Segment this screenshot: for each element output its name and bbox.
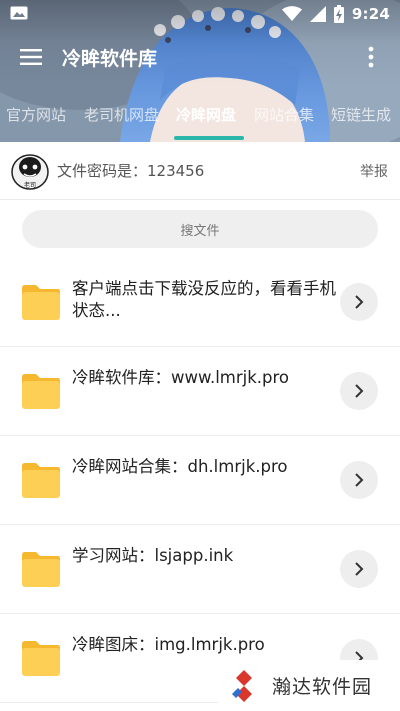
folder-icon [22, 374, 60, 409]
file-item-text: 客户端点击下载没反应的，看看手机状态... [72, 279, 336, 320]
search-file-button[interactable]: 搜文件 [22, 210, 378, 248]
wifi-icon [281, 6, 302, 21]
tab-site-collection[interactable]: 网站合集 [254, 104, 314, 125]
status-right: 9:24 [281, 4, 390, 24]
signal-icon [309, 6, 326, 22]
folder-icon [22, 641, 60, 676]
open-file-button[interactable] [340, 461, 378, 499]
tab-bar: 官方网站 老司机网盘 冷眸网盘 网站合集 短链生成 [0, 96, 400, 136]
chevron-right-icon [355, 295, 364, 309]
watermark-logo-icon [228, 670, 260, 702]
status-time: 9:24 [351, 5, 390, 23]
header-banner: 9:24 冷眸软件库 官方网站 老司机网盘 冷眸网盘 网站合集 短链生成 [0, 0, 400, 142]
avatar-caption: 老司 [24, 181, 36, 189]
status-bar: 9:24 [0, 0, 400, 28]
search-label: 搜文件 [180, 223, 220, 239]
more-vertical-icon[interactable] [366, 44, 376, 70]
tab-driver-disk[interactable]: 老司机网盘 [84, 104, 159, 125]
watermark: 瀚达软件园 [218, 660, 400, 711]
tab-lengmou-disk[interactable]: 冷眸网盘 [176, 104, 236, 125]
image-icon [10, 6, 28, 20]
folder-icon [22, 463, 60, 498]
open-file-button[interactable] [340, 283, 378, 321]
open-file-button[interactable] [340, 550, 378, 588]
avatar: 老司 [11, 154, 49, 190]
chevron-right-icon [355, 384, 364, 398]
chevron-right-icon [355, 562, 364, 576]
chevron-right-icon [355, 473, 364, 487]
file-item-text: 学习网站：lsjapp.ink [72, 546, 234, 565]
file-item-text: 冷眸网站合集：dh.lmrjk.pro [72, 457, 288, 476]
folder-icon [22, 285, 60, 320]
battery-charging-icon [333, 5, 344, 23]
watermark-text: 瀚达软件园 [272, 676, 373, 698]
file-list: 客户端点击下载没反应的，看看手机状态... 冷眸软件库：www.lmrjk.pr… [0, 258, 400, 703]
file-item[interactable]: 冷眸网站合集：dh.lmrjk.pro [0, 436, 400, 525]
tab-short-link[interactable]: 短链生成 [331, 104, 391, 125]
active-tab-indicator [174, 136, 244, 140]
file-item-text: 冷眸图床：img.lmrjk.pro [72, 635, 265, 654]
file-item-text: 冷眸软件库：www.lmrjk.pro [72, 368, 290, 387]
app-bar: 冷眸软件库 [0, 28, 400, 86]
info-row: 老司 文件密码是：123456 举报 [0, 142, 400, 200]
file-item[interactable]: 学习网站：lsjapp.ink [0, 525, 400, 614]
folder-icon [22, 552, 60, 587]
open-file-button[interactable] [340, 372, 378, 410]
file-item[interactable]: 冷眸软件库：www.lmrjk.pro [0, 347, 400, 436]
file-password-text: 文件密码是：123456 [57, 162, 205, 180]
report-button[interactable]: 举报 [360, 161, 388, 181]
app-title: 冷眸软件库 [62, 48, 158, 70]
file-item[interactable]: 客户端点击下载没反应的，看看手机状态... [0, 258, 400, 347]
tab-official-site[interactable]: 官方网站 [6, 104, 66, 125]
menu-icon[interactable] [18, 44, 44, 70]
